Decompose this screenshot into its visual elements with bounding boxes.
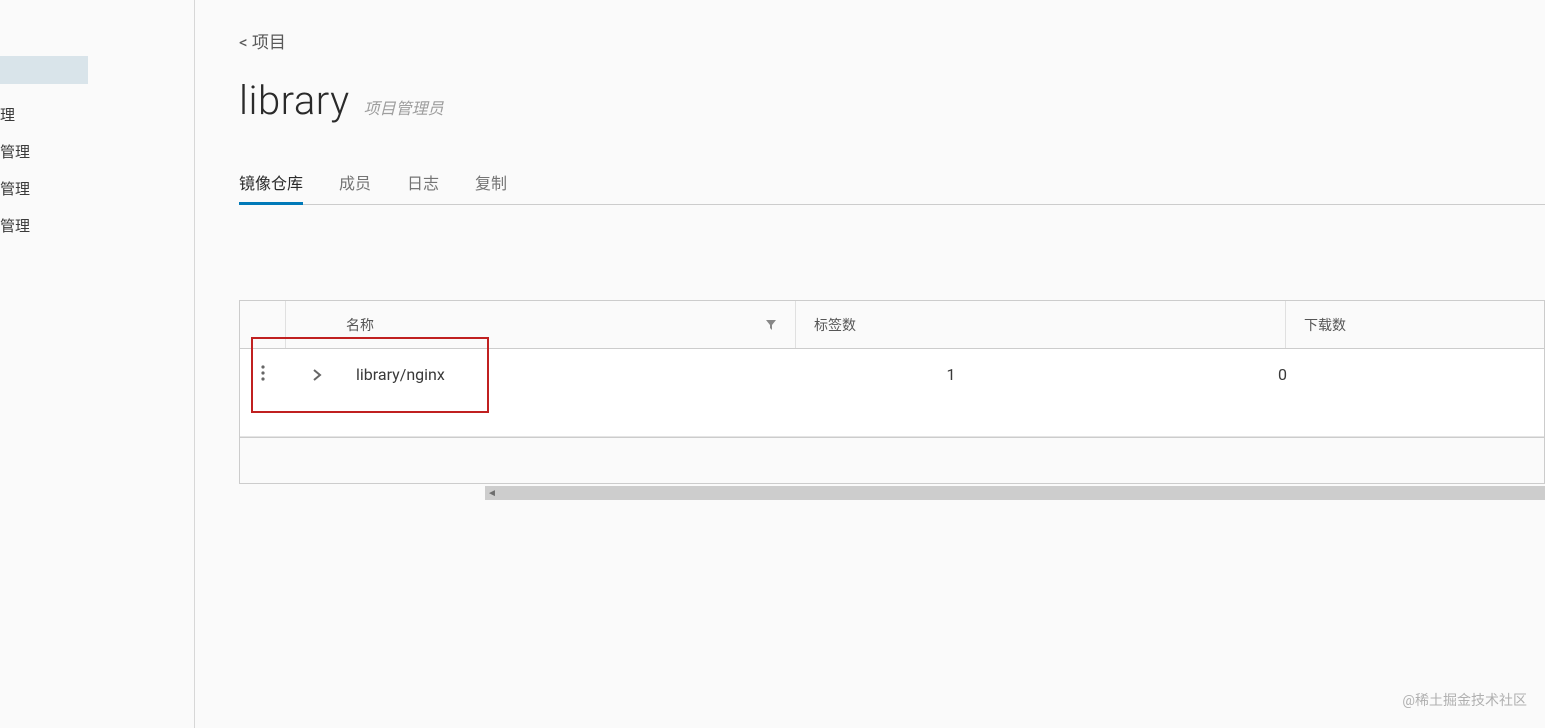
title-row: library 项目管理员	[239, 77, 1545, 124]
th-name[interactable]: 名称	[286, 301, 796, 348]
sidebar-item-2[interactable]: 管理	[0, 170, 194, 207]
row-menu-button[interactable]	[240, 361, 286, 381]
td-name: library/nginx	[286, 361, 796, 384]
th-downloads[interactable]: 下载数	[1286, 301, 1544, 348]
tab-members[interactable]: 成员	[339, 160, 371, 204]
sidebar-item-1[interactable]: 管理	[0, 133, 194, 170]
sidebar-item-0[interactable]: 理	[0, 96, 194, 133]
table-row[interactable]: library/nginx 1 0	[240, 349, 1544, 437]
breadcrumb-back[interactable]: < 项目	[239, 28, 1545, 53]
watermark: @稀土掘金技术社区	[1402, 690, 1527, 710]
td-tags: 1	[796, 361, 1286, 384]
td-tags-value: 1	[947, 365, 956, 384]
repository-table: 名称 标签数 下载数 library/nginx	[239, 300, 1545, 484]
tab-logs[interactable]: 日志	[407, 160, 439, 204]
th-checkbox	[240, 301, 286, 348]
horizontal-scrollbar[interactable]: ◄	[485, 486, 1545, 500]
table-footer	[240, 437, 1544, 483]
page-title: library	[239, 77, 350, 124]
th-downloads-label: 下载数	[1304, 315, 1346, 335]
sidebar-item-active[interactable]	[0, 56, 88, 84]
filter-icon[interactable]	[765, 319, 777, 331]
repo-name-link[interactable]: library/nginx	[356, 365, 445, 384]
td-downloads: 0	[1286, 361, 1544, 384]
th-name-label: 名称	[346, 315, 374, 335]
td-downloads-value: 0	[1278, 365, 1287, 384]
role-label: 项目管理员	[364, 95, 444, 119]
scroll-left-icon[interactable]: ◄	[485, 486, 499, 500]
sidebar: 理 管理 管理 管理	[0, 0, 195, 728]
chevron-right-icon[interactable]	[296, 368, 338, 382]
th-tags[interactable]: 标签数	[796, 301, 1286, 348]
main-content: < 项目 library 项目管理员 镜像仓库 成员 日志 复制 名称 标签数 …	[195, 0, 1545, 728]
tab-replication[interactable]: 复制	[475, 160, 507, 204]
th-tags-label: 标签数	[814, 315, 856, 335]
sidebar-item-3[interactable]: 管理	[0, 207, 194, 244]
table-header: 名称 标签数 下载数	[240, 301, 1544, 349]
tabs: 镜像仓库 成员 日志 复制	[239, 160, 1545, 205]
tab-repositories[interactable]: 镜像仓库	[239, 160, 303, 204]
